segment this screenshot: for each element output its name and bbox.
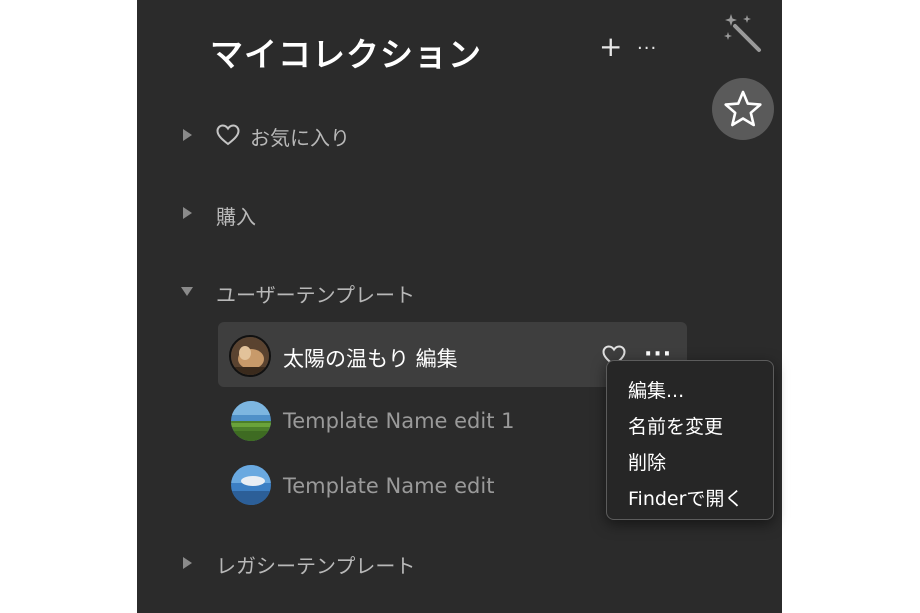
template-item-label[interactable]: Template Name edit 1: [283, 409, 514, 433]
disclosure-triangle-icon[interactable]: [181, 287, 193, 296]
menu-item-open-in-finder[interactable]: Finderで開く: [628, 484, 743, 511]
favorites-section-label[interactable]: お気に入り: [250, 122, 350, 151]
add-button[interactable]: +: [599, 32, 622, 62]
disclosure-triangle-icon[interactable]: [183, 207, 192, 219]
template-thumbnail: [229, 335, 271, 377]
menu-item-delete[interactable]: 削除: [628, 448, 666, 475]
template-item-label[interactable]: Template Name edit: [283, 474, 494, 498]
heart-icon: [216, 124, 240, 146]
star-button[interactable]: [712, 78, 774, 140]
legacy-templates-section-label[interactable]: レガシーテンプレート: [216, 550, 415, 579]
template-thumbnail: [231, 465, 271, 505]
template-thumbnail: [231, 401, 271, 441]
disclosure-triangle-icon[interactable]: [183, 557, 192, 569]
context-menu: 編集... 名前を変更 削除 Finderで開く: [606, 360, 774, 520]
purchased-section-label[interactable]: 購入: [216, 201, 256, 230]
header-more-button[interactable]: ···: [637, 34, 657, 64]
disclosure-triangle-icon[interactable]: [183, 129, 192, 141]
menu-item-rename[interactable]: 名前を変更: [628, 412, 723, 439]
my-collection-panel: マイコレクション + ··· お気に入り 購入 ユーザーテンプレート 太陽の温も…: [137, 0, 782, 613]
magic-wand-icon[interactable]: [723, 12, 765, 54]
template-item-label[interactable]: 太陽の温もり 編集: [283, 343, 458, 373]
page-title: マイコレクション: [210, 35, 482, 74]
star-icon: [724, 90, 762, 127]
user-templates-section-label[interactable]: ユーザーテンプレート: [216, 279, 415, 308]
menu-item-edit[interactable]: 編集...: [628, 376, 684, 403]
